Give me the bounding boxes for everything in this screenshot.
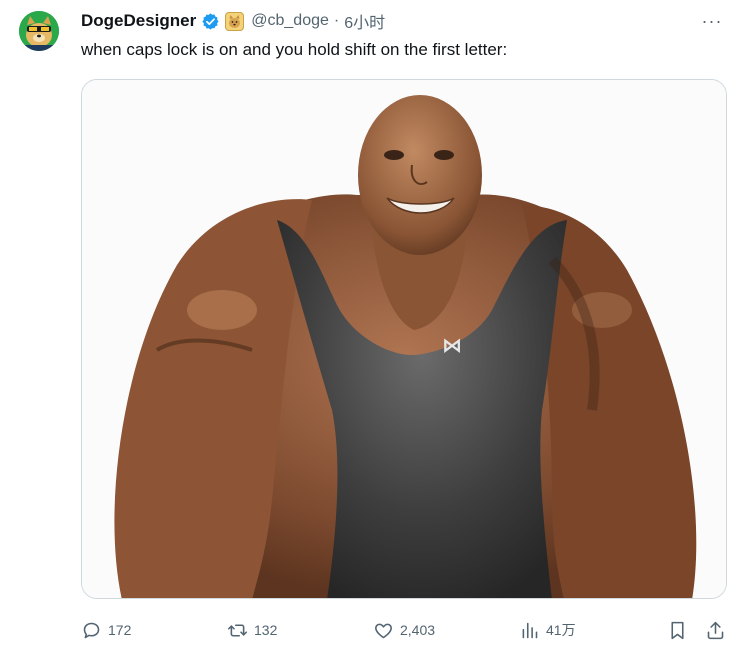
reply-icon <box>83 622 100 638</box>
tweet-timestamp[interactable]: 6小时 <box>344 9 385 33</box>
svg-text:⋈: ⋈ <box>442 333 462 357</box>
share-icon <box>707 621 724 639</box>
views-count: 41万 <box>546 622 576 638</box>
affiliate-badge-icon[interactable] <box>225 11 245 31</box>
bookmark-button[interactable] <box>667 616 688 644</box>
more-icon: ··· <box>701 10 723 31</box>
share-button[interactable] <box>705 616 726 644</box>
views-icon <box>522 622 538 638</box>
retweet-button[interactable]: 132 <box>227 616 277 644</box>
tweet-media[interactable]: ⋈ <box>81 79 727 599</box>
like-count: 2,403 <box>400 622 436 638</box>
retweet-icon <box>227 623 248 637</box>
separator-dot: · <box>333 12 340 29</box>
reply-button[interactable]: 172 <box>81 616 131 644</box>
more-options-button[interactable]: ··· <box>697 8 727 34</box>
retweet-count: 132 <box>254 622 278 638</box>
bookmark-icon <box>671 621 684 639</box>
doge-avatar-image <box>19 11 59 51</box>
verified-badge-icon[interactable] <box>201 12 220 31</box>
avatar[interactable] <box>19 11 59 51</box>
tweet-actions: 172 132 2,403 41万 <box>81 616 727 644</box>
tweet-header: DogeDesigner @cb_doge · 6小时 <box>81 10 385 32</box>
like-button[interactable]: 2,403 <box>373 616 435 644</box>
views-button[interactable]: 41万 <box>519 616 576 644</box>
media-photo: ⋈ <box>82 80 726 598</box>
author-handle[interactable]: @cb_doge <box>251 12 329 30</box>
reply-count: 172 <box>108 622 132 638</box>
tweet-card[interactable]: DogeDesigner @cb_doge · 6小时 ··· when cap… <box>0 0 747 647</box>
tweet-text: when caps lock is on and you hold shift … <box>81 40 508 59</box>
heart-icon <box>375 623 392 638</box>
author-display-name[interactable]: DogeDesigner <box>81 11 196 31</box>
